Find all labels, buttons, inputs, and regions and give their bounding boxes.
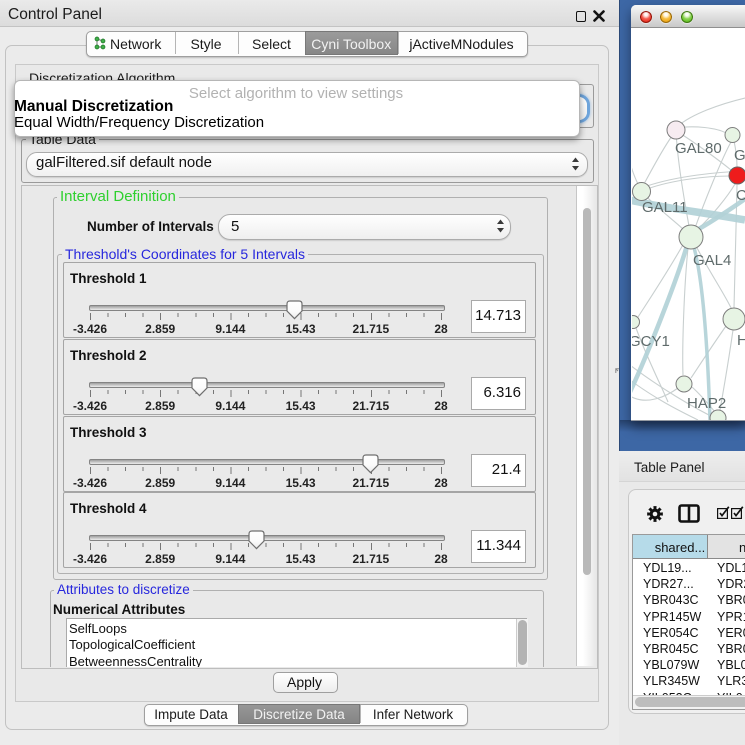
svg-text:GAL4: GAL4 (693, 252, 731, 269)
svg-text:GAL11: GAL11 (642, 199, 688, 216)
svg-text:GCY1: GCY1 (632, 333, 670, 350)
svg-text:HAP2: HAP2 (687, 395, 726, 412)
svg-text:CD: CD (736, 187, 745, 204)
svg-text:GAL80: GAL80 (675, 140, 722, 157)
svg-text:GAL7: GAL7 (734, 147, 745, 164)
svg-text:HI: HI (737, 332, 745, 349)
